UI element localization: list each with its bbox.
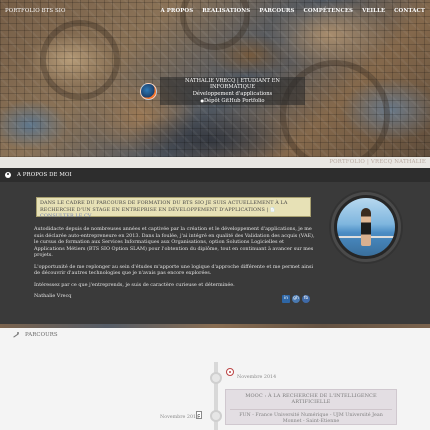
nav-item-competences[interactable]: COMPÉTENCES bbox=[304, 8, 354, 14]
facebook-icon[interactable]: fb bbox=[302, 295, 310, 303]
route-icon bbox=[13, 332, 19, 338]
bio-paragraph: Autodidacte depuis de nombreuses années … bbox=[34, 226, 315, 258]
avatar bbox=[337, 198, 395, 256]
avatar-frame bbox=[331, 192, 401, 262]
top-navigation: PORTFOLIO BTS SIO A PROPOS REALISATIONS … bbox=[0, 0, 430, 22]
nav-item-contact[interactable]: CONTACT bbox=[394, 8, 425, 14]
hero-banner: PORTFOLIO BTS SIO A PROPOS REALISATIONS … bbox=[0, 0, 430, 157]
card-body: FUN - France Université Numérique - UJM … bbox=[239, 413, 383, 425]
nav-item-veille[interactable]: VEILLE bbox=[362, 8, 385, 14]
internship-callout: DANS LE CADRE DU PARCOURS DE FORMATION D… bbox=[36, 197, 311, 219]
timeline-card: MOOC : À LA RECHERCHE DE L'INTELLIGENCE … bbox=[225, 389, 397, 425]
hero-subtitle: Développement d'applications bbox=[192, 91, 273, 97]
callout-text: DANS LE CADRE DU PARCOURS DE FORMATION D… bbox=[40, 200, 288, 213]
user-icon bbox=[5, 172, 11, 178]
hero-title: NATHALIE VRECQ | ETUDIANT EN INFORMATIQU… bbox=[185, 77, 280, 91]
linkedin-icon[interactable]: in bbox=[282, 295, 290, 303]
nav-item-a-propos[interactable]: A PROPOS bbox=[160, 8, 193, 14]
nav-item-realisations[interactable]: REALISATIONS bbox=[202, 8, 250, 14]
bio-paragraph: L'opportunité de me replonger au sein d'… bbox=[34, 263, 314, 277]
nav-menu: A PROPOS REALISATIONS PARCOURS COMPÉTENC… bbox=[160, 8, 425, 14]
parcours-header: PARCOURS bbox=[0, 328, 430, 342]
timeline-date: Novembre 2014 bbox=[160, 415, 200, 420]
nav-item-parcours[interactable]: PARCOURS bbox=[259, 8, 294, 14]
mooc-icon bbox=[226, 368, 234, 376]
portfolio-strip: PORTFOLIO | VRECQ NATHALIE bbox=[0, 157, 430, 168]
timeline-date: Novembre 2014 bbox=[237, 375, 277, 380]
brand-link[interactable]: PORTFOLIO BTS SIO bbox=[5, 8, 66, 14]
social-links: in gh fb bbox=[282, 295, 310, 303]
timeline-dot bbox=[210, 372, 222, 384]
github-icon[interactable]: gh bbox=[292, 295, 300, 303]
hero-caption: NATHALIE VRECQ | ETUDIANT EN INFORMATIQU… bbox=[140, 76, 305, 106]
about-heading: A PROPOS DE MOI bbox=[17, 172, 72, 178]
parcours-heading: PARCOURS bbox=[25, 332, 58, 338]
bio-signature: Nathalie Vrecq bbox=[34, 293, 72, 299]
profile-logo-icon bbox=[140, 82, 157, 100]
github-link[interactable]: Dépôt GitHub Portfolio bbox=[163, 98, 302, 105]
about-header: A PROPOS DE MOI bbox=[0, 168, 430, 182]
card-title: MOOC : À LA RECHERCHE DE L'INTELLIGENCE … bbox=[245, 393, 377, 405]
bio-paragraph: Intéressez par ce que j'entreprends, je … bbox=[34, 281, 235, 288]
bio-text: Autodidacte depuis de nombreuses années … bbox=[34, 226, 316, 305]
timeline-dot bbox=[210, 410, 222, 422]
about-section: A PROPOS DE MOI DANS LE CADRE DU PARCOUR… bbox=[0, 168, 430, 328]
